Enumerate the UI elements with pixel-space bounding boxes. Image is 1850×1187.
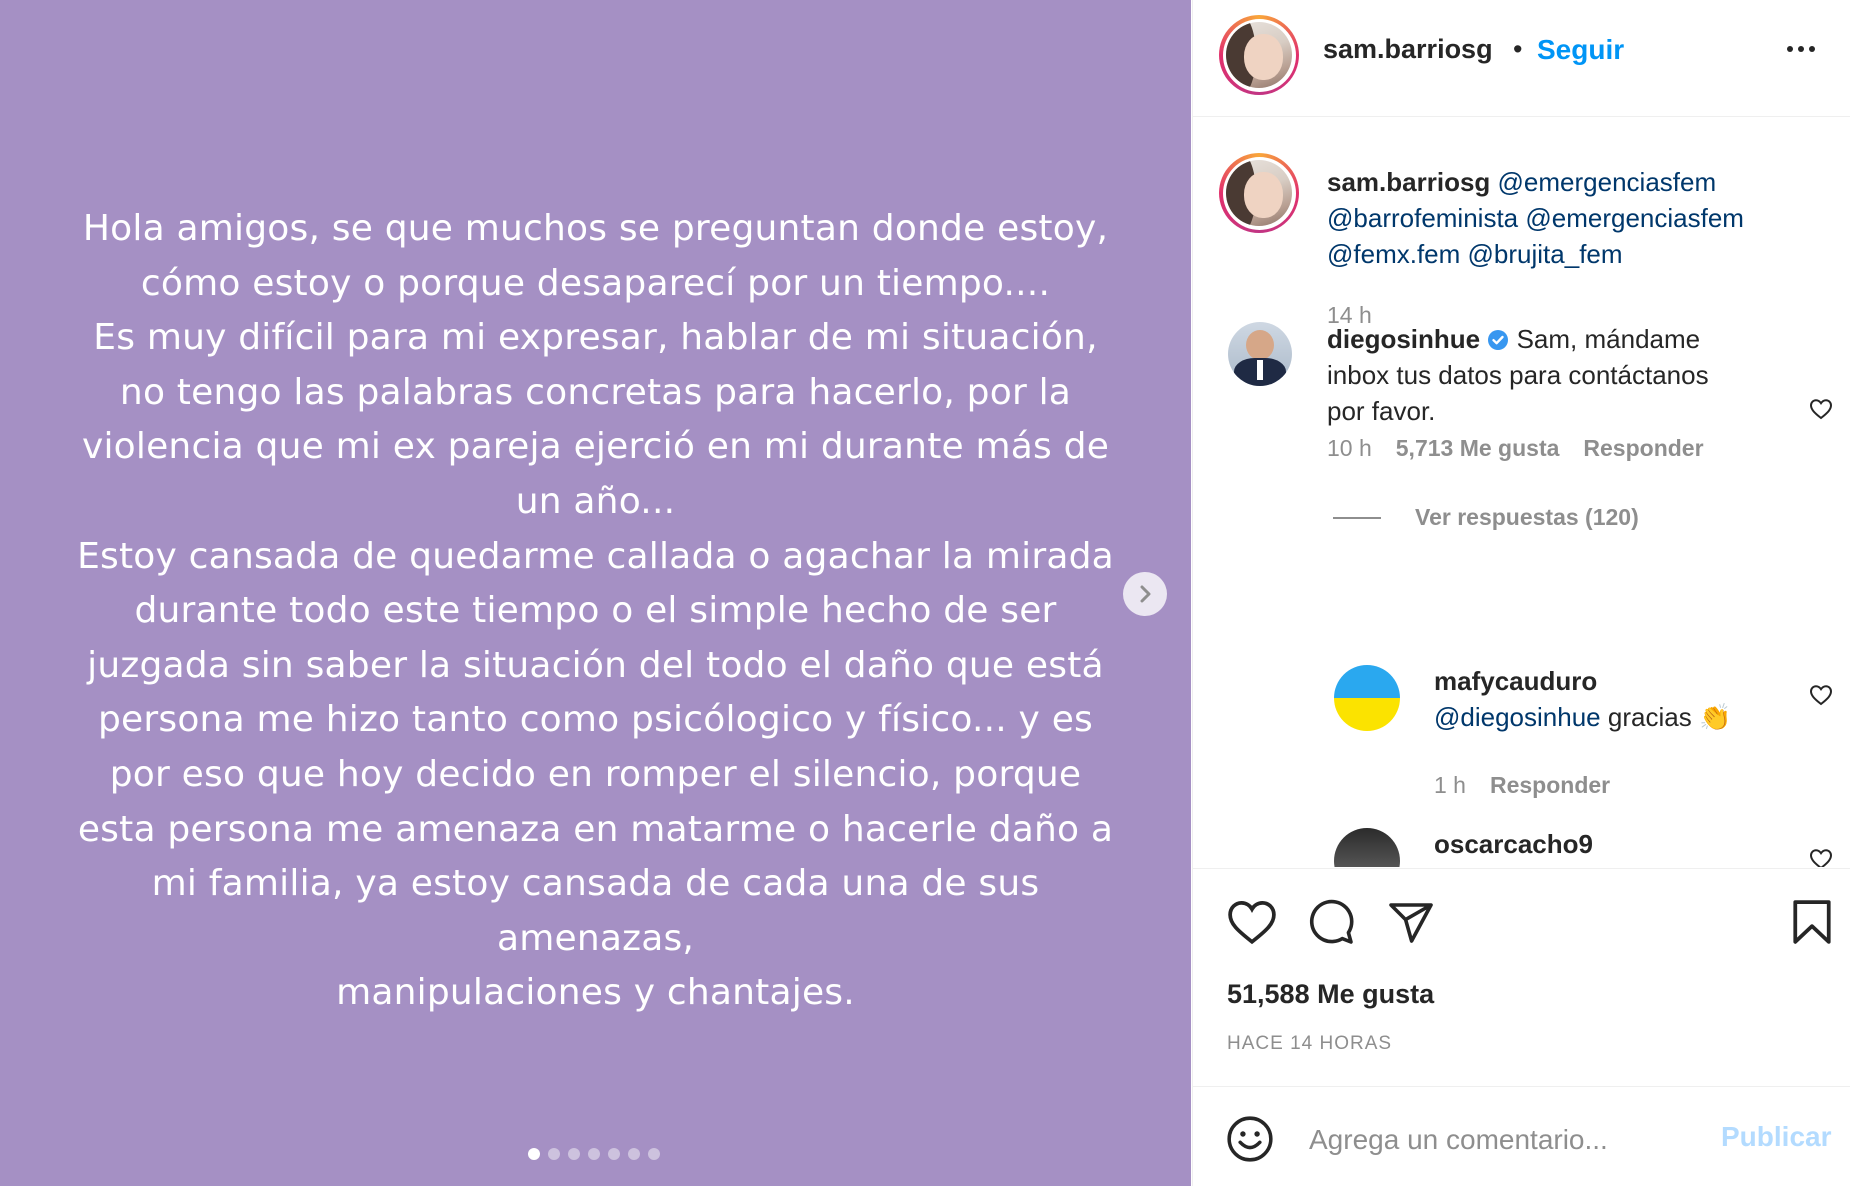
post-text-line: no tengo las palabras concretas para hac… [119, 371, 1072, 413]
comment-like-icon[interactable] [1809, 847, 1833, 867]
post-actions: 51,588 Me gusta HACE 14 HORAS [1193, 868, 1850, 1087]
post-text-line: Hola amigos, se que muchos se preguntan … [82, 208, 1109, 249]
post-text-line: esta persona me amenaza en matarme o hac… [77, 808, 1114, 850]
post-text-line: un año... [515, 480, 676, 522]
reply: mafycauduro @diegosinhue gracias 👏 [1434, 663, 1814, 735]
carousel-dot[interactable] [608, 1148, 620, 1160]
caption-mention[interactable]: @barrofeminista @emergenciasfem [1327, 203, 1744, 233]
carousel-dot[interactable] [568, 1148, 580, 1160]
next-slide-button[interactable] [1123, 572, 1167, 616]
post-text-line: persona me hizo tanto como psicólogico y… [97, 699, 1094, 741]
carousel-dot[interactable] [588, 1148, 600, 1160]
comment-likes[interactable]: 5,713 Me gusta [1396, 435, 1560, 462]
more-options-button[interactable] [1787, 46, 1815, 52]
likes-count[interactable]: 51,588 Me gusta [1227, 979, 1434, 1010]
chevron-right-icon [1140, 585, 1151, 603]
reply-username[interactable]: oscarcacho9 [1434, 829, 1593, 860]
comment-input[interactable] [1307, 1119, 1711, 1161]
avatar[interactable] [1334, 828, 1400, 867]
post-time: HACE 14 HORAS [1227, 1033, 1393, 1054]
comment-like-icon[interactable] [1809, 683, 1833, 707]
publish-button[interactable]: Publicar [1721, 1121, 1831, 1153]
post-text-line: cómo estoy o porque desaparecí por un ti… [140, 262, 1051, 304]
avatar[interactable] [1219, 153, 1299, 233]
smiley-icon[interactable] [1225, 1114, 1275, 1164]
bookmark-icon[interactable] [1791, 899, 1833, 945]
reply-time: 1 h [1434, 772, 1466, 798]
comment-text: Sam, mándame [1516, 324, 1701, 354]
comments-list[interactable]: sam.barriosg @emergenciasfem @barrofemin… [1193, 117, 1850, 867]
caption-mention[interactable]: @emergenciasfem [1498, 167, 1717, 197]
post-text-line: amenazas, [496, 917, 695, 959]
post-text-line: violencia que mi ex pareja ejerció en mi… [81, 426, 1110, 468]
post-side-panel: sam.barriosg • Seguir sam.barriosg @emer… [1192, 0, 1850, 1186]
avatar[interactable] [1219, 15, 1299, 95]
more-horizontal-icon [1787, 46, 1793, 52]
post-text-line: Es muy difícil para mi expresar, hablar … [93, 317, 1098, 359]
carousel-dot[interactable] [528, 1148, 540, 1160]
header-separator: • [1513, 34, 1523, 64]
caption-username[interactable]: sam.barriosg [1327, 167, 1490, 197]
comment-meta: 10 h 5,713 Me gusta Responder [1327, 435, 1704, 462]
post-text-line: juzgada sin saber la situación del todo … [87, 644, 1104, 686]
comment-icon[interactable] [1307, 898, 1355, 946]
reply-username[interactable]: mafycauduro [1434, 666, 1597, 696]
reply-button[interactable]: Responder [1583, 435, 1703, 462]
post-text-line: Estoy cansada de quedarme callada o agac… [77, 535, 1114, 577]
clapping-hands-emoji: 👏 [1698, 702, 1732, 732]
reply-text: gracias [1607, 702, 1692, 732]
caption: sam.barriosg @emergenciasfem @barrofemin… [1327, 164, 1807, 272]
view-replies-label: Ver respuestas (120) [1415, 504, 1639, 530]
comment-time: 10 h [1327, 435, 1372, 461]
view-replies-button[interactable]: Ver respuestas (120) [1333, 504, 1639, 531]
post-text-line: manipulaciones y chantajes. [336, 972, 855, 1014]
caption-mention[interactable]: @femx.fem @brujita_fem [1327, 239, 1623, 269]
add-comment-bar: Publicar [1193, 1086, 1850, 1187]
avatar[interactable] [1228, 322, 1292, 386]
post-header: sam.barriosg • Seguir [1193, 0, 1850, 117]
send-icon[interactable] [1387, 899, 1435, 947]
heart-icon[interactable] [1227, 899, 1277, 945]
comment-like-icon[interactable] [1809, 397, 1833, 421]
post-text-line: mi familia, ya estoy cansada de cada una… [151, 863, 1040, 905]
comment: diegosinhue Sam, mándame inbox tus datos… [1327, 321, 1787, 429]
carousel-dot[interactable] [548, 1148, 560, 1160]
comment-text: por favor. [1327, 396, 1436, 426]
follow-button[interactable]: Seguir [1537, 34, 1624, 66]
reply-meta: 1 h Responder [1434, 772, 1610, 799]
carousel-dots [528, 1148, 660, 1160]
reply-mention[interactable]: @diegosinhue [1434, 702, 1601, 732]
comment-text: inbox tus datos para contáctanos [1327, 360, 1709, 390]
post-text: Hola amigos, se que muchos se preguntan … [30, 202, 1161, 1021]
verified-badge-icon [1488, 330, 1509, 350]
replies-divider [1333, 516, 1381, 519]
reply-button[interactable]: Responder [1490, 772, 1610, 799]
avatar[interactable] [1334, 665, 1400, 731]
post-text-line: durante todo este tiempo o el simple hec… [134, 590, 1057, 632]
comment-username[interactable]: diegosinhue [1327, 324, 1480, 354]
carousel-dot[interactable] [648, 1148, 660, 1160]
post-text-line: por eso que hoy decido en romper el sile… [109, 753, 1082, 795]
post-media: Hola amigos, se que muchos se preguntan … [0, 0, 1191, 1186]
header-username[interactable]: sam.barriosg [1323, 34, 1493, 65]
carousel-dot[interactable] [628, 1148, 640, 1160]
